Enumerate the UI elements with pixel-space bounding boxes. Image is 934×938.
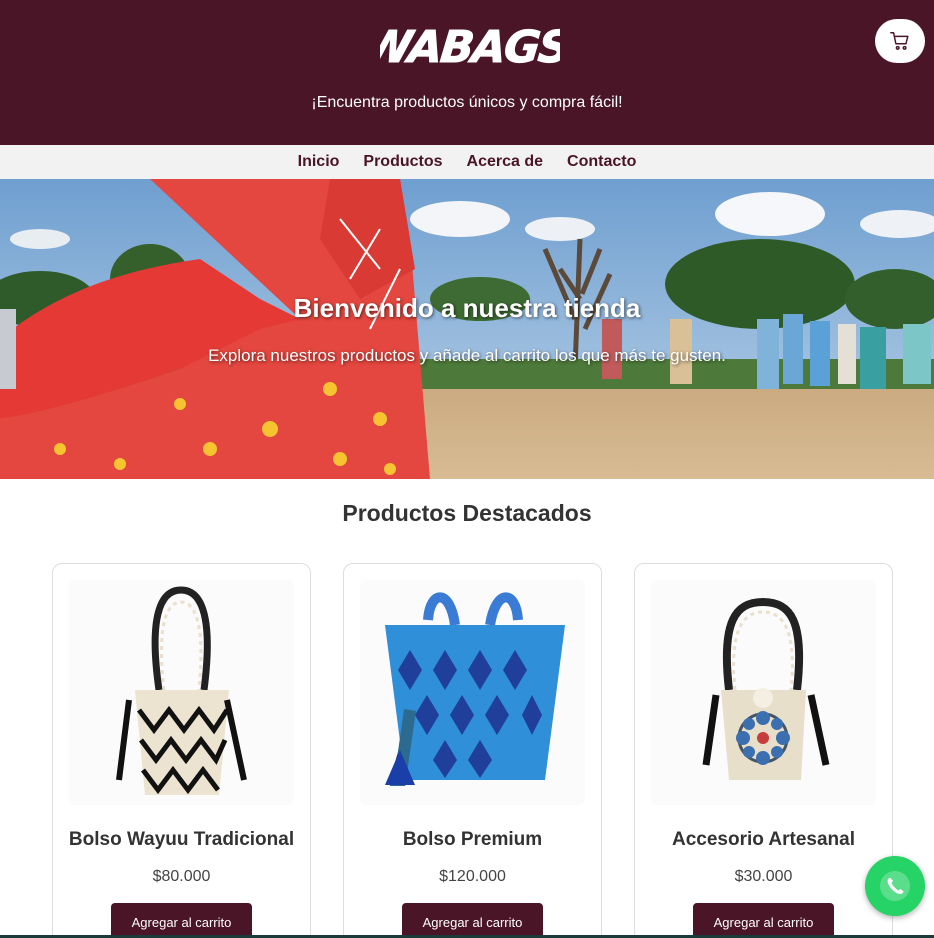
- wabags-logo[interactable]: WABAGS: [380, 8, 560, 80]
- whatsapp-icon: [880, 871, 910, 901]
- add-to-cart-button[interactable]: Agregar al carrito: [693, 903, 834, 938]
- site-header: WABAGS ¡Encuentra productos únicos y com…: [0, 0, 934, 145]
- product-image[interactable]: [651, 580, 876, 805]
- featured-products-title: Productos Destacados: [342, 500, 592, 526]
- nav-inicio[interactable]: Inicio: [298, 153, 340, 171]
- whatsapp-button[interactable]: [865, 856, 925, 916]
- hero-subtitle: Explora nuestros productos y añade al ca…: [208, 346, 726, 365]
- tagline: ¡Encuentra productos únicos y compra fác…: [311, 94, 623, 111]
- product-name: Accesorio Artesanal: [671, 829, 856, 850]
- product-card: Bolso Premium $120.000 Agregar al carrit…: [343, 563, 602, 938]
- product-image[interactable]: [360, 580, 585, 805]
- product-name: Bolso Wayuu Tradicional: [68, 829, 295, 850]
- nav-productos[interactable]: Productos: [363, 153, 442, 171]
- product-card: Bolso Wayuu Tradicional $80.000 Agregar …: [52, 563, 311, 938]
- nav-contacto[interactable]: Contacto: [567, 153, 636, 171]
- product-price: $80.000: [152, 868, 211, 885]
- nav-acerca-de[interactable]: Acerca de: [467, 153, 544, 171]
- main-nav: Inicio Productos Acerca de Contacto: [0, 145, 934, 179]
- product-image[interactable]: [69, 580, 294, 805]
- product-price: $30.000: [734, 868, 793, 885]
- add-to-cart-button[interactable]: Agregar al carrito: [111, 903, 252, 938]
- product-price: $120.000: [439, 868, 506, 885]
- hero-banner: Bienvenido a nuestra tienda Explora nues…: [0, 179, 934, 479]
- cart-icon: [890, 32, 909, 50]
- cart-button[interactable]: [875, 19, 925, 63]
- svg-text:WABAGS: WABAGS: [380, 22, 560, 73]
- hero-background-image: [0, 179, 934, 479]
- add-to-cart-button[interactable]: Agregar al carrito: [402, 903, 543, 938]
- hero-title: Bienvenido a nuestra tienda: [293, 293, 641, 323]
- product-card: Accesorio Artesanal $30.000 Agregar al c…: [634, 563, 893, 938]
- product-name: Bolso Premium: [402, 829, 543, 850]
